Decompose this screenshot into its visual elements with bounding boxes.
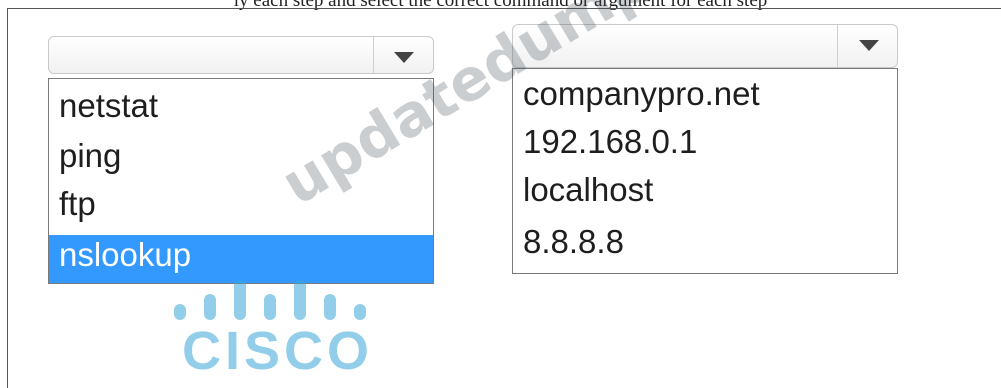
- logo-bar: [204, 294, 216, 320]
- command-select[interactable]: [48, 36, 434, 74]
- logo-bar: [234, 280, 246, 320]
- command-options-list: netstat ping ftp nslookup: [48, 78, 434, 284]
- command-option-ftp[interactable]: ftp: [49, 187, 433, 233]
- target-select[interactable]: [512, 24, 898, 68]
- target-option-8-8-8-8[interactable]: 8.8.8.8: [513, 225, 897, 271]
- logo-bar: [324, 294, 336, 320]
- logo-bar: [174, 304, 186, 320]
- target-option-localhost[interactable]: localhost: [513, 173, 897, 219]
- chevron-down-icon[interactable]: [394, 52, 414, 63]
- command-option-nslookup[interactable]: nslookup: [49, 235, 433, 283]
- command-select-divider: [373, 37, 374, 73]
- logo-bar: [264, 294, 276, 320]
- logo-bar: [354, 304, 366, 320]
- target-option-192-168-0-1[interactable]: 192.168.0.1: [513, 125, 897, 171]
- logo-bar: [294, 280, 306, 320]
- chevron-down-icon[interactable]: [859, 40, 879, 51]
- target-options-list: companypro.net 192.168.0.1 localhost 8.8…: [512, 68, 898, 274]
- target-select-divider: [837, 25, 838, 67]
- command-option-netstat[interactable]: netstat: [49, 89, 433, 135]
- cisco-logo: CISCO: [160, 280, 390, 378]
- target-option-companypro[interactable]: companypro.net: [513, 77, 897, 123]
- cisco-logo-text: CISCO: [182, 321, 374, 381]
- command-option-ping[interactable]: ping: [49, 139, 433, 185]
